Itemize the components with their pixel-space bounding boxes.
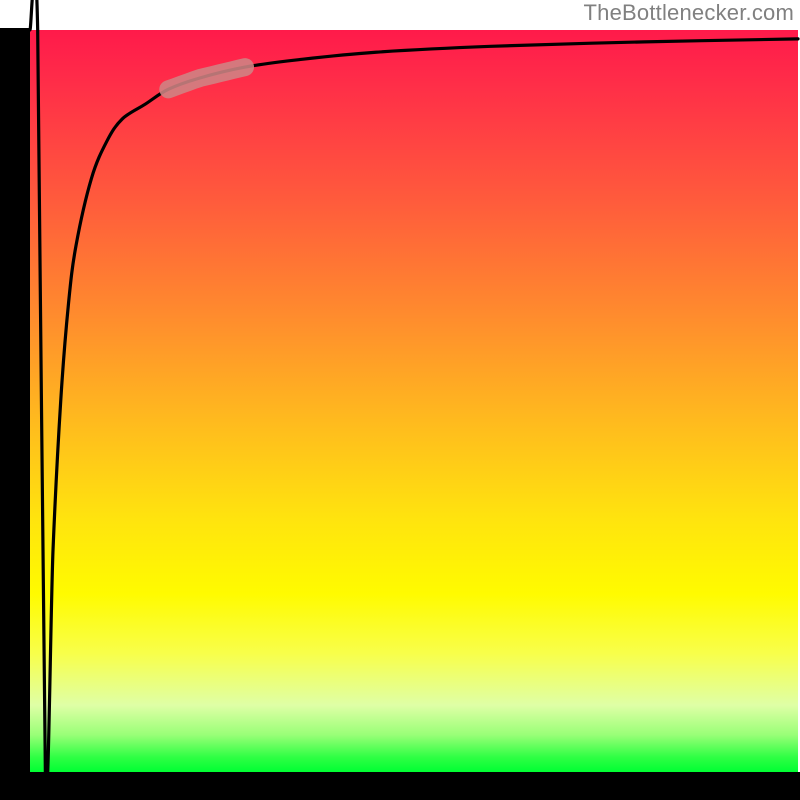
chart-container: TheBottlenecker.com [0, 0, 800, 800]
watermark-text: TheBottlenecker.com [584, 0, 794, 26]
bottleneck-curve [30, 0, 798, 790]
highlight-segment [168, 67, 245, 89]
y-axis [0, 28, 30, 774]
curve-layer [30, 30, 798, 772]
x-axis [0, 772, 800, 800]
